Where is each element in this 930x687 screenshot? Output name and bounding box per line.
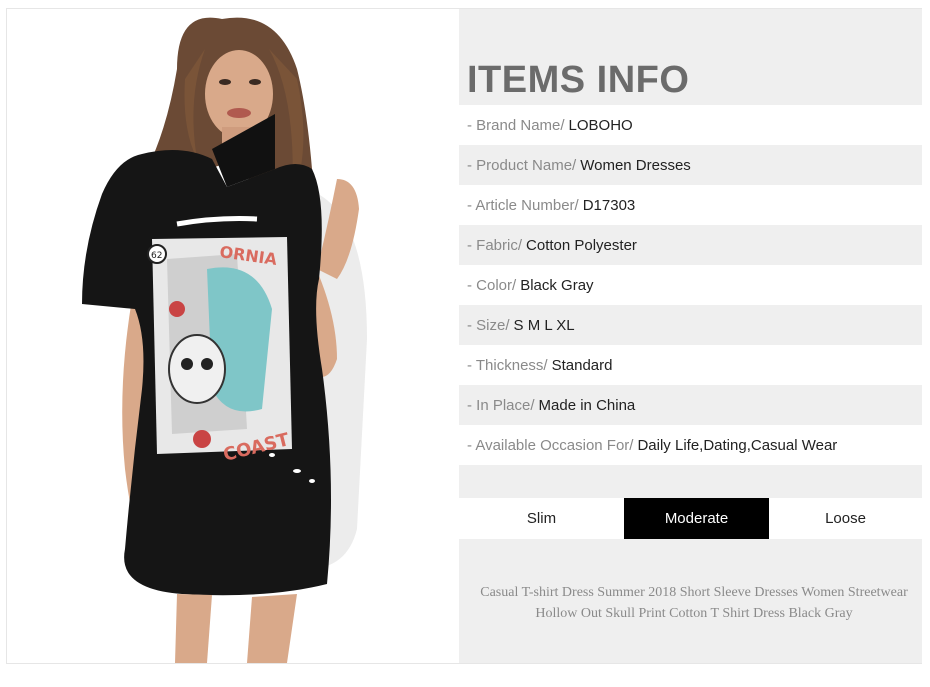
- spec-row-article-number: - Article Number/D17303: [459, 185, 922, 225]
- fit-scale: Slim Moderate Loose: [459, 498, 922, 539]
- spec-row-size: - Size/S M L XL: [459, 305, 922, 345]
- spec-value: S M L XL: [513, 316, 575, 334]
- spec-key: - In Place/: [467, 396, 535, 414]
- spec-key: - Size/: [467, 316, 510, 334]
- spec-key: - Product Name/: [467, 156, 577, 174]
- fit-option-slim: Slim: [459, 498, 624, 539]
- spec-row-color: - Color/Black Gray: [459, 265, 922, 305]
- fit-option-moderate-selected: Moderate: [624, 498, 769, 539]
- spec-value: Women Dresses: [580, 156, 691, 174]
- spec-value: Made in China: [538, 396, 636, 414]
- spec-key: - Thickness/: [467, 356, 548, 374]
- spec-list: - Brand Name/LOBOHO - Product Name/Women…: [459, 105, 922, 465]
- spec-row-in-place: - In Place/Made in China: [459, 385, 922, 425]
- spec-row-brand: - Brand Name/LOBOHO: [459, 105, 922, 145]
- spec-value: Daily Life,Dating,Casual Wear: [637, 436, 838, 454]
- spec-row-product-name: - Product Name/Women Dresses: [459, 145, 922, 185]
- spec-value: LOBOHO: [568, 116, 633, 134]
- spec-value: Black Gray: [520, 276, 594, 294]
- spec-row-thickness: - Thickness/Standard: [459, 345, 922, 385]
- product-photo: 62 ORNIA COAST: [7, 9, 459, 663]
- spec-row-occasion: - Available Occasion For/Daily Life,Dati…: [459, 425, 922, 465]
- fit-option-loose: Loose: [769, 498, 922, 539]
- spec-value: D17303: [582, 196, 636, 214]
- spec-key: - Article Number/: [467, 196, 579, 214]
- spec-key: - Available Occasion For/: [467, 436, 634, 454]
- spec-value: Cotton Polyester: [526, 236, 637, 254]
- spec-row-fabric: - Fabric/Cotton Polyester: [459, 225, 922, 265]
- items-info-panel: ITEMS INFO - Brand Name/LOBOHO - Product…: [459, 9, 922, 663]
- spec-key: - Brand Name/: [467, 116, 565, 134]
- spec-key: - Color/: [467, 276, 517, 294]
- spec-key: - Fabric/: [467, 236, 523, 254]
- spec-value: Standard: [551, 356, 613, 374]
- items-info-title: ITEMS INFO: [467, 59, 690, 101]
- print-badge: 62: [151, 251, 162, 261]
- product-description: Casual T-shirt Dress Summer 2018 Short S…: [480, 585, 908, 621]
